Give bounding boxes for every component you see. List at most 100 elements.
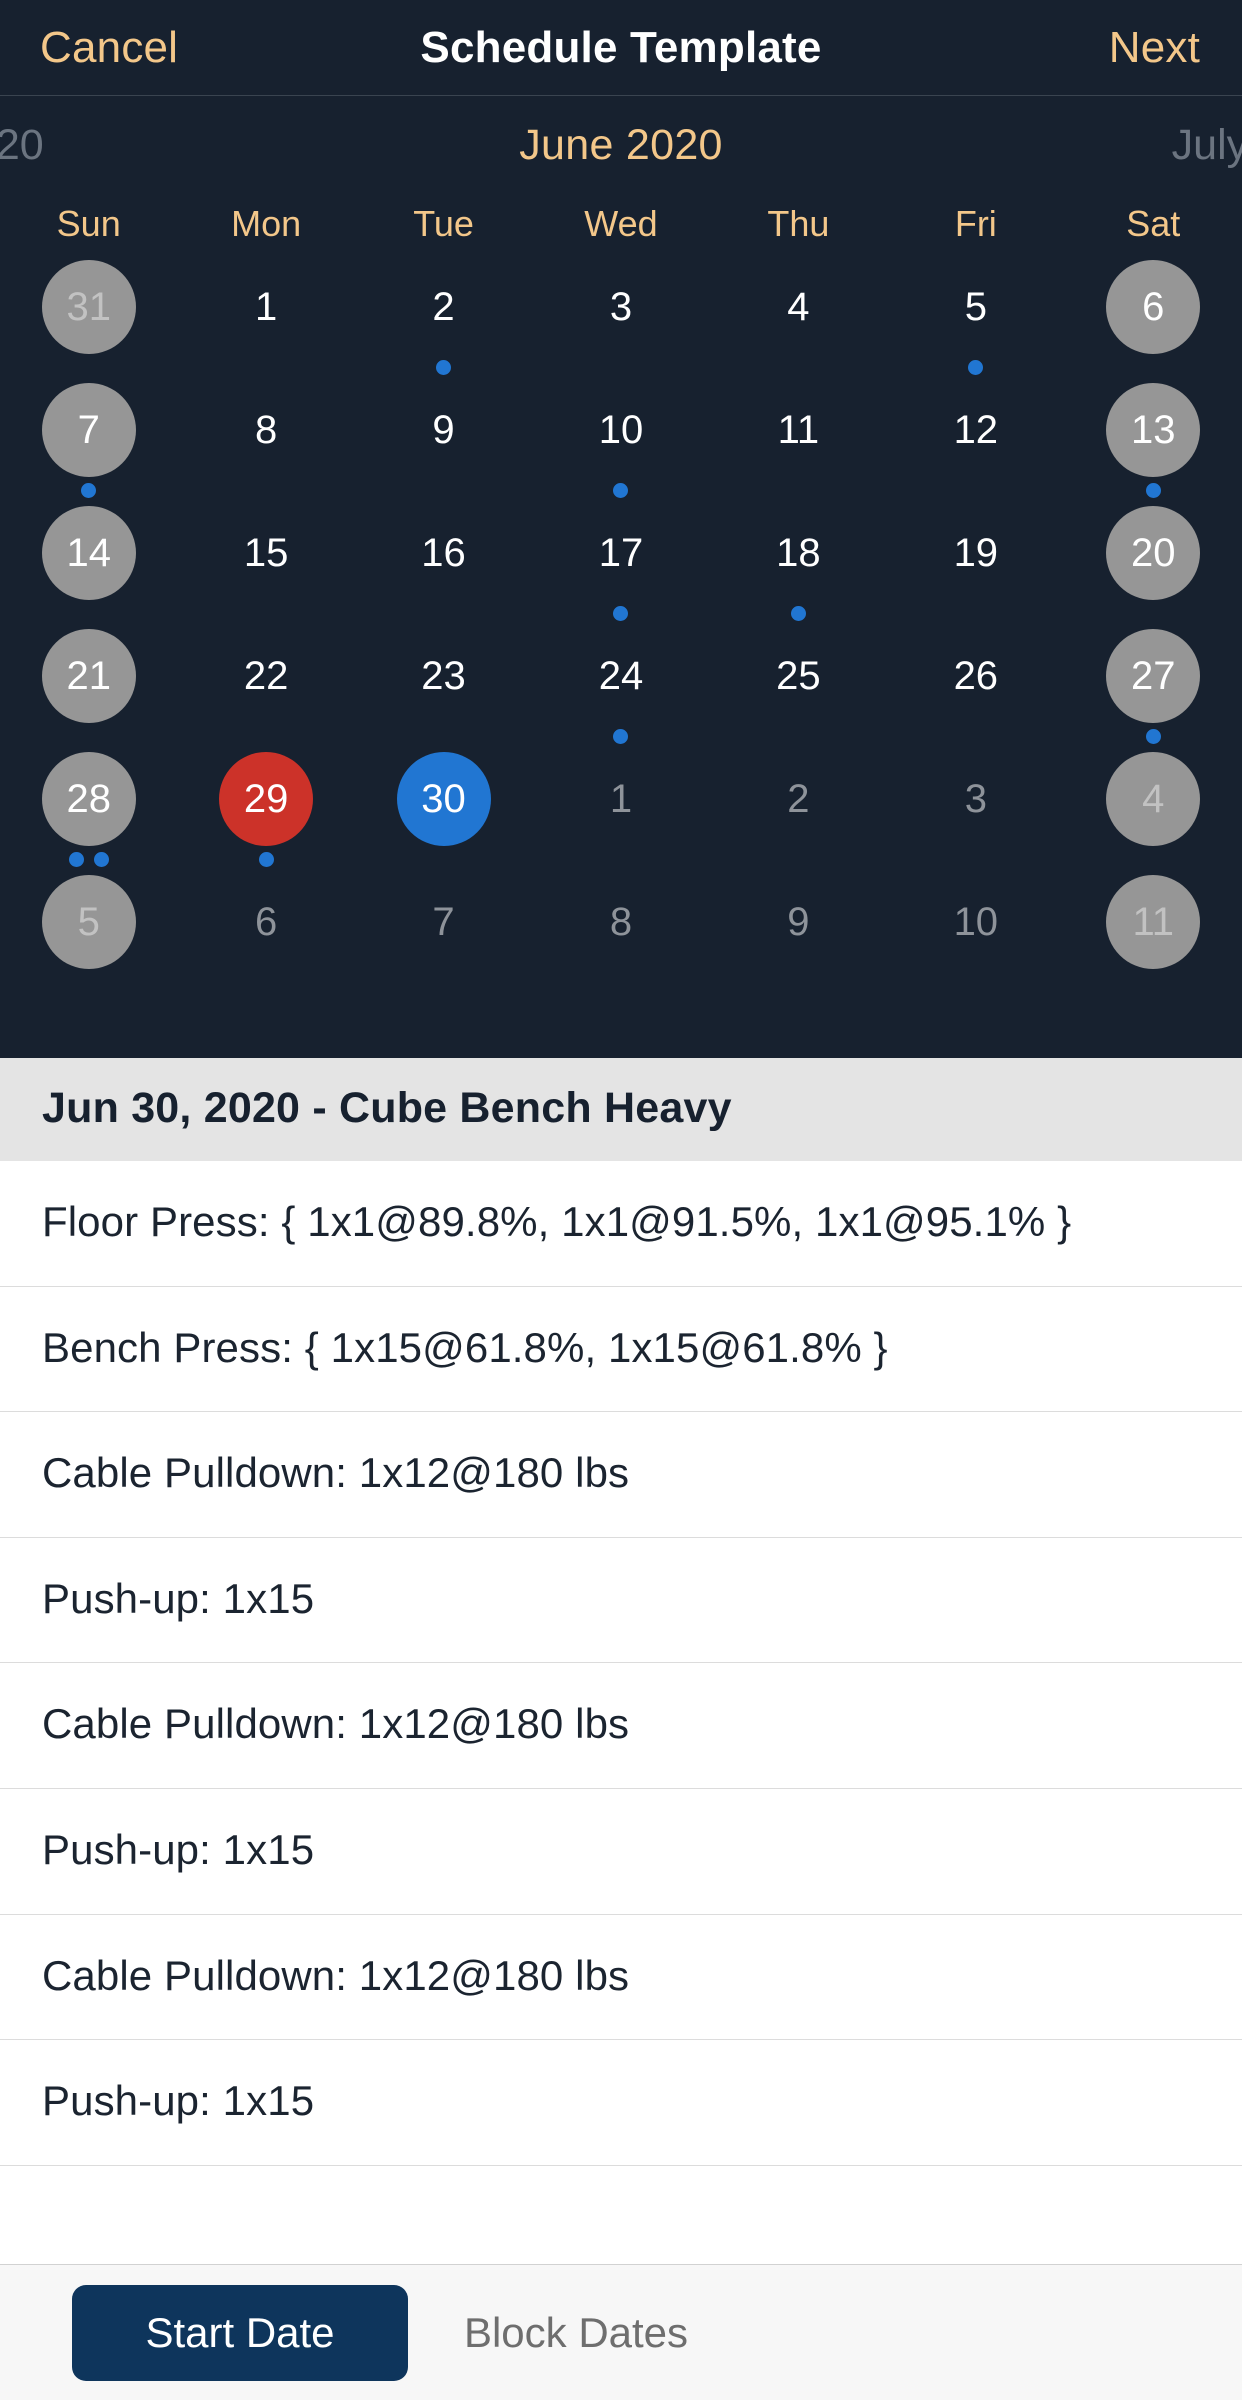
calendar-day-cell[interactable]: 9 (355, 383, 532, 506)
calendar-day-cell[interactable]: 5 (887, 260, 1064, 383)
calendar-day-cell[interactable]: 8 (177, 383, 354, 506)
calendar-day-cell[interactable]: 26 (887, 629, 1064, 752)
calendar-day-number[interactable]: 16 (397, 506, 491, 600)
calendar-day-cell[interactable]: 15 (177, 506, 354, 629)
exercise-row[interactable]: Cable Pulldown: 1x12@180 lbs (0, 1412, 1242, 1538)
calendar-day-number[interactable]: 22 (219, 629, 313, 723)
calendar-day-cell[interactable]: 11 (710, 383, 887, 506)
calendar-day-number[interactable]: 8 (219, 383, 313, 477)
calendar-day-number[interactable]: 11 (751, 383, 845, 477)
calendar-day-cell[interactable]: 6 (1065, 260, 1242, 383)
calendar-day-number[interactable]: 5 (929, 260, 1023, 354)
calendar-day-number[interactable]: 23 (397, 629, 491, 723)
tab-start-date[interactable]: Start Date (72, 2284, 408, 2381)
calendar-day-number[interactable]: 9 (397, 383, 491, 477)
calendar-day-number[interactable]: 5 (41, 875, 136, 969)
calendar-day-number[interactable]: 9 (751, 875, 845, 969)
calendar-day-cell[interactable]: 7 (355, 875, 532, 998)
calendar-day-cell[interactable]: 14 (0, 506, 177, 629)
calendar-day-number[interactable]: 18 (751, 506, 845, 600)
exercise-row[interactable]: Floor Press: { 1x1@89.8%, 1x1@91.5%, 1x1… (0, 1161, 1242, 1287)
cancel-button[interactable]: Cancel (40, 23, 178, 73)
calendar-day-number[interactable]: 28 (41, 752, 136, 846)
calendar-day-number[interactable]: 12 (929, 383, 1023, 477)
calendar-day-number[interactable]: 25 (751, 629, 845, 723)
calendar-day-number[interactable]: 1 (219, 260, 313, 354)
calendar-day-cell[interactable]: 31 (0, 260, 177, 383)
calendar-day-number[interactable]: 1 (574, 752, 668, 846)
calendar-day-cell[interactable]: 4 (710, 260, 887, 383)
next-month-label[interactable]: July 2 (1172, 121, 1242, 170)
exercise-row[interactable]: Push-up: 1x15 (0, 2040, 1242, 2166)
calendar-day-number[interactable]: 29 (219, 752, 314, 846)
calendar-day-number[interactable]: 13 (1106, 383, 1201, 477)
calendar-day-number[interactable]: 3 (929, 752, 1023, 846)
calendar-day-number[interactable]: 14 (41, 506, 136, 600)
calendar-day-number[interactable]: 2 (397, 260, 491, 354)
calendar-day-cell[interactable]: 2 (710, 752, 887, 875)
calendar-day-number[interactable]: 7 (397, 875, 491, 969)
calendar-day-number[interactable]: 10 (929, 875, 1023, 969)
calendar-day-number[interactable]: 19 (929, 506, 1023, 600)
month-carousel[interactable]: 2020 June 2020 July 2 (0, 102, 1242, 188)
calendar-day-number[interactable]: 7 (41, 383, 136, 477)
calendar-day-number[interactable]: 6 (1106, 260, 1201, 354)
calendar-day-number[interactable]: 11 (1106, 875, 1201, 969)
calendar-day-cell[interactable]: 25 (710, 629, 887, 752)
calendar-day-cell[interactable]: 20 (1065, 506, 1242, 629)
calendar-day-number[interactable]: 27 (1106, 629, 1201, 723)
calendar-day-cell[interactable]: 27 (1065, 629, 1242, 752)
calendar-day-number[interactable]: 4 (751, 260, 845, 354)
calendar-day-cell[interactable]: 17 (532, 506, 709, 629)
calendar-day-number[interactable]: 31 (41, 260, 136, 354)
workout-detail-list[interactable]: Jun 30, 2020 - Cube Bench Heavy Floor Pr… (0, 1058, 1242, 2264)
calendar-day-cell[interactable]: 4 (1065, 752, 1242, 875)
calendar-day-cell[interactable]: 24 (532, 629, 709, 752)
calendar-day-number[interactable]: 2 (751, 752, 845, 846)
calendar-day-cell[interactable]: 23 (355, 629, 532, 752)
calendar-day-cell[interactable]: 3 (532, 260, 709, 383)
calendar-day-cell[interactable]: 18 (710, 506, 887, 629)
calendar-day-cell[interactable]: 2 (355, 260, 532, 383)
calendar-day-cell[interactable]: 8 (532, 875, 709, 998)
calendar-day-number[interactable]: 21 (41, 629, 136, 723)
calendar-day-cell[interactable]: 3 (887, 752, 1064, 875)
exercise-row[interactable]: Bench Press: { 1x15@61.8%, 1x15@61.8% } (0, 1287, 1242, 1413)
next-button[interactable]: Next (1109, 23, 1200, 73)
exercise-row[interactable]: Push-up: 1x15 (0, 1789, 1242, 1915)
calendar-day-cell[interactable]: 7 (0, 383, 177, 506)
calendar-day-cell[interactable]: 30 (355, 752, 532, 875)
calendar-day-number[interactable]: 4 (1106, 752, 1201, 846)
calendar-day-number[interactable]: 24 (574, 629, 668, 723)
calendar-day-cell[interactable]: 11 (1065, 875, 1242, 998)
calendar-day-cell[interactable]: 16 (355, 506, 532, 629)
calendar-day-cell[interactable]: 5 (0, 875, 177, 998)
calendar-day-cell[interactable]: 6 (177, 875, 354, 998)
calendar-day-cell[interactable]: 28 (0, 752, 177, 875)
calendar-day-cell[interactable]: 12 (887, 383, 1064, 506)
calendar-day-number[interactable]: 3 (574, 260, 668, 354)
calendar-day-cell[interactable]: 10 (887, 875, 1064, 998)
calendar-day-cell[interactable]: 1 (532, 752, 709, 875)
calendar-day-number[interactable]: 20 (1106, 506, 1201, 600)
tab-block-dates[interactable]: Block Dates (408, 2285, 744, 2381)
calendar-day-number[interactable]: 30 (396, 752, 491, 846)
calendar-day-cell[interactable]: 10 (532, 383, 709, 506)
calendar-day-cell[interactable]: 19 (887, 506, 1064, 629)
calendar-day-number[interactable]: 8 (574, 875, 668, 969)
exercise-row[interactable]: Cable Pulldown: 1x12@180 lbs (0, 1915, 1242, 2041)
exercise-row[interactable]: Push-up: 1x15 (0, 1538, 1242, 1664)
calendar-day-cell[interactable]: 9 (710, 875, 887, 998)
calendar-day-cell[interactable]: 1 (177, 260, 354, 383)
calendar-day-cell[interactable]: 13 (1065, 383, 1242, 506)
calendar-day-cell[interactable]: 29 (177, 752, 354, 875)
calendar-day-cell[interactable]: 22 (177, 629, 354, 752)
calendar-day-number[interactable]: 6 (219, 875, 313, 969)
calendar-day-number[interactable]: 10 (574, 383, 668, 477)
previous-month-label[interactable]: 2020 (0, 121, 44, 170)
calendar-day-cell[interactable]: 21 (0, 629, 177, 752)
calendar-day-number[interactable]: 17 (574, 506, 668, 600)
calendar-day-number[interactable]: 26 (929, 629, 1023, 723)
calendar-day-number[interactable]: 15 (219, 506, 313, 600)
exercise-row[interactable]: Cable Pulldown: 1x12@180 lbs (0, 1663, 1242, 1789)
